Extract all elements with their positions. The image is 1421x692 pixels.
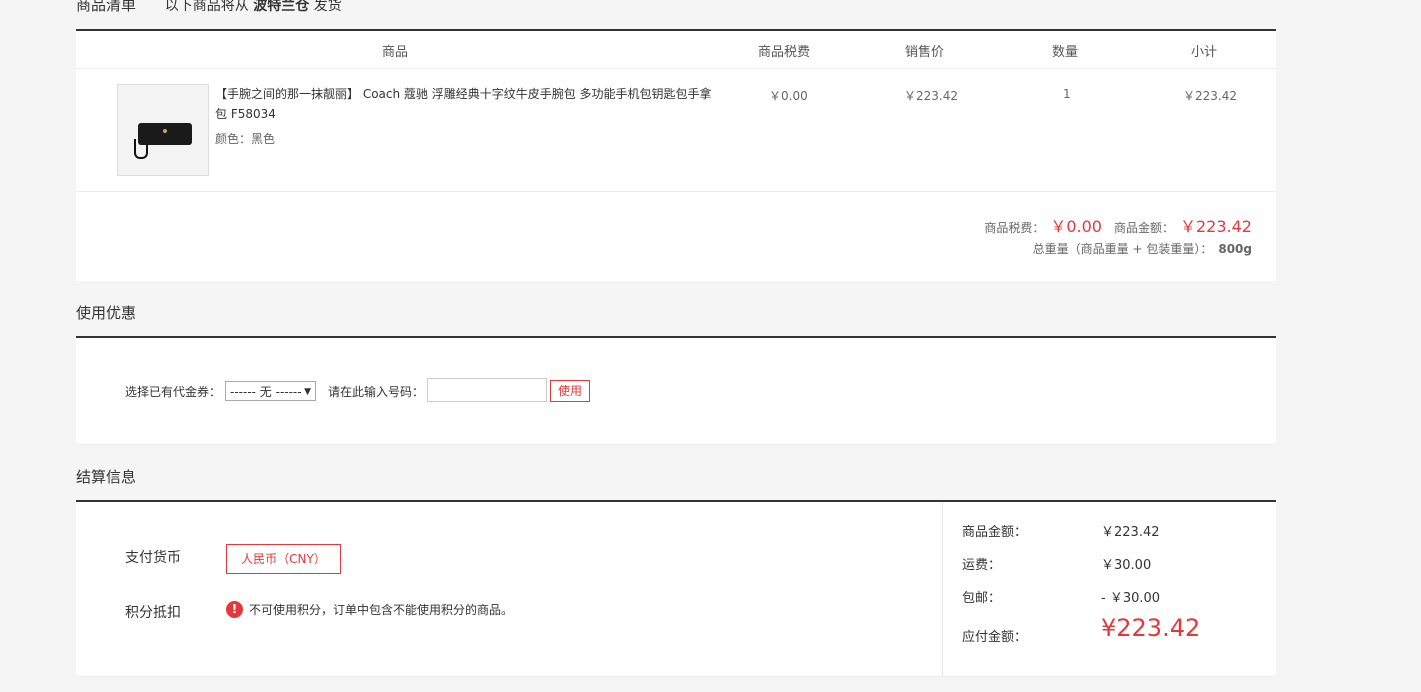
free-shipping-value: - ￥30.00 [1101, 591, 1161, 606]
product-list-header: 商品清单 以下商品将从 波特兰仓 发货 [76, 0, 342, 22]
coupon-panel: 选择已有代金券： ------ 无 ------ ▼ 请在此输入号码： 使用 [76, 336, 1276, 445]
product-qty: 1 [1063, 87, 1071, 101]
coupon-select[interactable]: ------ 无 ------ ▼ [225, 381, 316, 401]
total-payable-value: ¥223.42 [1101, 614, 1201, 642]
payment-options: 支付货币 人民币（CNY） 积分抵扣 ! 不可使用积分，订单中包含不能使用积分的… [76, 502, 943, 676]
product-color: 颜色：黑色 [215, 132, 276, 146]
currency-label: 支付货币 [125, 550, 181, 566]
shipping-fee-label: 运费： [962, 558, 1002, 573]
coupon-select-label: 选择已有代金券： [125, 385, 222, 399]
shipping-note: 以下商品将从 波特兰仓 发货 [164, 0, 342, 14]
product-list-title: 商品清单 [76, 0, 137, 14]
col-header-tax: 商品税费 [758, 45, 811, 60]
product-subtotal: ￥223.42 [1183, 89, 1237, 103]
product-tax: ￥0.00 [769, 89, 808, 103]
use-coupon-button[interactable]: 使用 [550, 380, 590, 402]
settlement-panel: 支付货币 人民币（CNY） 积分抵扣 ! 不可使用积分，订单中包含不能使用积分的… [76, 500, 1276, 677]
product-image[interactable] [117, 84, 209, 176]
col-header-price: 销售价 [905, 45, 945, 60]
table-header: 商品 商品税费 销售价 数量 小计 [76, 31, 1276, 69]
product-name-link[interactable]: 【手腕之间的那一抹靓丽】 Coach 蔻驰 浮雕经典十字纹牛皮手腕包 多功能手机… [215, 84, 715, 124]
warning-icon: ! [226, 601, 243, 618]
tax-label: 商品税费： [984, 221, 1045, 235]
tax-value: ￥0.00 [1050, 217, 1102, 236]
free-shipping-label: 包邮： [962, 591, 1002, 606]
coupon-code-input[interactable] [427, 378, 547, 402]
total-payable-label: 应付金额： [962, 630, 1028, 645]
warehouse-name: 波特兰仓 [253, 0, 310, 14]
col-header-product: 商品 [382, 45, 409, 60]
items-amount-value: ￥223.42 [1101, 525, 1160, 540]
coupon-section-title: 使用优惠 [76, 304, 137, 322]
weight-label: 总重量（商品重量 + 包装重量）： [1032, 242, 1213, 256]
amount-value: ￥223.42 [1180, 217, 1252, 236]
currency-cny-button[interactable]: 人民币（CNY） [226, 544, 341, 574]
items-amount-label: 商品金额： [962, 525, 1028, 540]
product-table: 商品 商品税费 销售价 数量 小计 【手腕之间的那一抹靓丽】 Coach 蔻驰 … [76, 29, 1276, 281]
order-summary: 商品税费： ￥0.00 商品金额： ￥223.42 总重量（商品重量 + 包装重量）：… [984, 215, 1252, 259]
product-price: ￥223.42 [904, 89, 958, 103]
weight-value: 800g [1218, 242, 1252, 256]
settlement-section-title: 结算信息 [76, 468, 137, 486]
col-header-subtotal: 小计 [1191, 45, 1218, 60]
points-warning: ! 不可使用积分，订单中包含不能使用积分的商品。 [226, 601, 513, 618]
points-warning-text: 不可使用积分，订单中包含不能使用积分的商品。 [249, 603, 514, 617]
points-label: 积分抵扣 [125, 605, 181, 621]
table-row: 【手腕之间的那一抹靓丽】 Coach 蔻驰 浮雕经典十字纹牛皮手腕包 多功能手机… [76, 69, 1276, 192]
chevron-down-icon: ▼ [304, 387, 311, 397]
shipping-fee-value: ￥30.00 [1101, 558, 1152, 573]
col-header-qty: 数量 [1052, 45, 1079, 60]
coupon-code-label: 请在此输入号码： [328, 385, 425, 399]
amount-label: 商品金额： [1113, 221, 1174, 235]
